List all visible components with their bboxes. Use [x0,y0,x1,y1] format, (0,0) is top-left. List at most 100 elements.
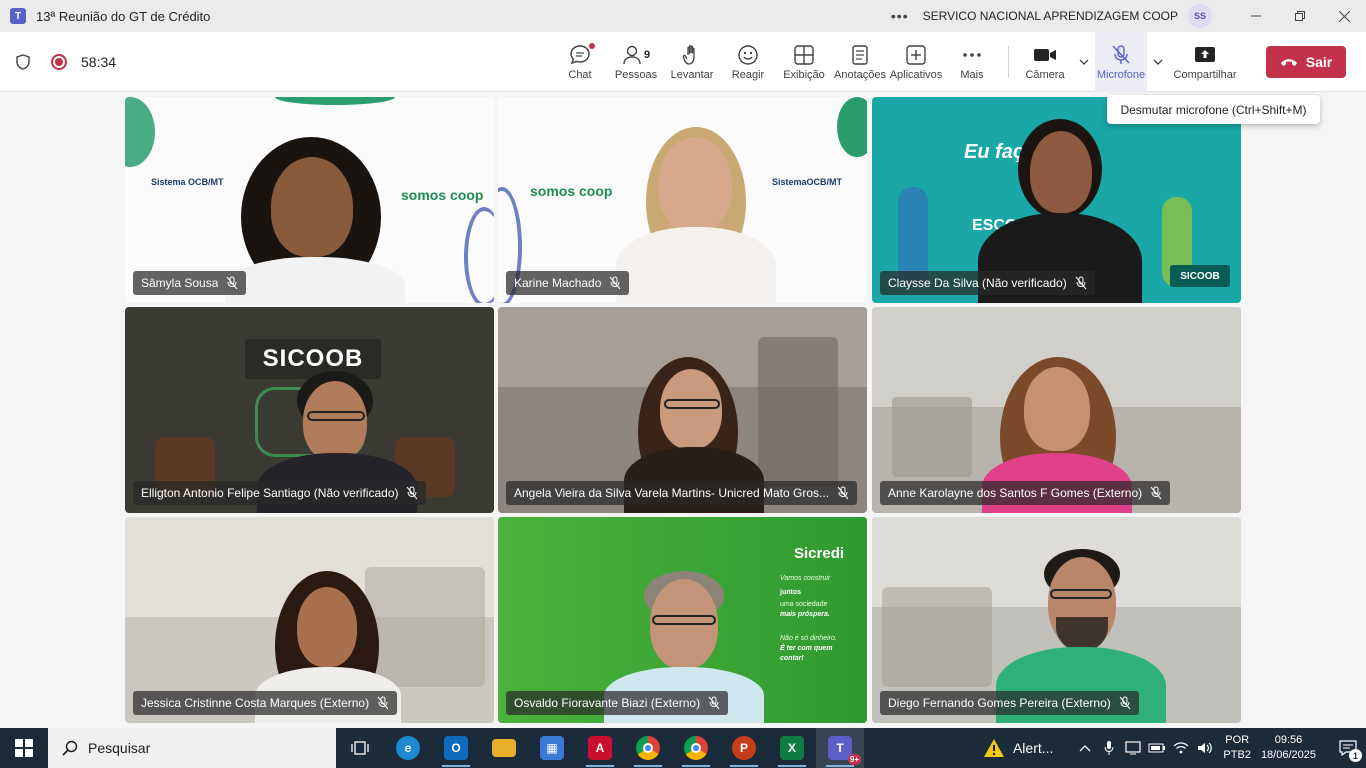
view-button[interactable]: Exibição [776,32,832,92]
store-app-button[interactable]: ▦ [528,728,576,768]
mic-off-icon [377,696,389,710]
participant-name: Angela Vieira da Silva Varela Martins- U… [514,486,830,500]
alert-notification[interactable]: Alert... [983,738,1053,758]
leave-button[interactable]: Sair [1266,46,1346,78]
meeting-timer: 58:34 [81,53,117,70]
excel-app-button[interactable]: X [768,728,816,768]
smile-icon [737,43,759,67]
excel-icon: X [780,736,804,760]
video-tile[interactable]: Sicredi Vamos construir juntos uma socie… [498,517,867,723]
acrobat-app-button[interactable]: A [576,728,624,768]
chrome-icon [636,736,660,760]
chrome-app-button[interactable] [624,728,672,768]
chat-icon [569,43,595,67]
video-tile[interactable]: somos coop SistemaOCB/MT Karine Machado [498,97,867,303]
more-options-icon[interactable]: ••• [891,8,909,24]
leave-label: Sair [1305,54,1333,70]
microphone-icon[interactable] [1097,728,1121,768]
notes-label: Anotações [834,69,886,81]
restore-button[interactable] [1278,0,1322,32]
camera-button[interactable]: Câmera [1017,32,1073,92]
video-tile[interactable]: Eu faço parte ESCOLA SICOOB Claysse Da S… [872,97,1241,303]
chrome-icon [684,736,708,760]
participant-name: Claysse Da Silva (Não verificado) [888,276,1067,290]
file-explorer-app-button[interactable] [480,728,528,768]
bg-copy-text: uma sociedade [780,601,828,608]
mic-off-icon [1119,696,1131,710]
language-indicator[interactable]: POR PTB2 [1223,733,1251,763]
warning-icon [983,739,1004,757]
react-button[interactable]: Reagir [720,32,776,92]
powerpoint-app-button[interactable]: P [720,728,768,768]
shield-icon[interactable] [15,53,31,71]
people-button[interactable]: 9 Pessoas [608,32,664,92]
raise-hand-icon [682,43,702,67]
window-title: 13ª Reunião do GT de Crédito [36,8,211,24]
bg-brand-text: somos coop [530,183,613,199]
participant-name: Karine Machado [514,276,602,290]
participant-name-tag: Sâmyla Sousa [133,271,247,295]
video-tile[interactable]: Anne Karolayne dos Santos F Gomes (Exter… [872,307,1241,513]
participant-name-tag: Claysse Da Silva (Não verificado) [880,271,1095,295]
apps-button[interactable]: Aplicativos [888,32,944,92]
participant-name: Diego Fernando Gomes Pereira (Externo) [888,696,1111,710]
outlook-app-button[interactable]: O [432,728,480,768]
video-tile[interactable]: Angela Vieira da Silva Varela Martins- U… [498,307,867,513]
participant-name: Osvaldo Fioravante Biazi (Externo) [514,696,701,710]
start-button[interactable] [0,728,48,768]
mic-off-icon [1111,43,1131,67]
wifi-icon[interactable] [1169,728,1193,768]
chat-label: Chat [568,69,592,81]
mic-off-icon [708,696,720,710]
people-label: Pessoas [614,69,658,81]
clock[interactable]: 09:56 18/06/2025 [1261,733,1316,763]
bg-copy-text: contar! [780,655,804,662]
speaker-icon[interactable] [1193,728,1217,768]
camera-options-chevron-down-icon[interactable] [1073,32,1095,92]
task-view-button[interactable] [336,728,384,768]
camera-label: Câmera [1025,69,1065,81]
video-tile[interactable]: SICOOB Elligton Antonio Felipe Santiago … [125,307,494,513]
title-bar: T 13ª Reunião do GT de Crédito ••• SERVI… [0,0,1366,32]
chevron-up-icon[interactable] [1073,728,1097,768]
taskbar-search[interactable]: Pesquisar [48,728,336,768]
windows-taskbar: Pesquisar e O ▦ A P X T 9+ Alert... POR … [0,728,1366,768]
video-tile[interactable]: Diego Fernando Gomes Pereira (Externo) [872,517,1241,723]
share-label: Compartilhar [1173,69,1237,81]
close-icon [1338,10,1350,22]
hang-up-icon [1280,59,1297,66]
raise-hand-button[interactable]: Levantar [664,32,720,92]
battery-icon[interactable] [1145,728,1169,768]
video-tile[interactable]: Sistema OCB/MT somos coop Sâmyla Sousa [125,97,494,303]
mic-off-icon [407,486,418,500]
avatar[interactable]: SS [1188,4,1212,28]
more-button[interactable]: Mais [944,32,1000,92]
acrobat-icon: A [588,736,612,760]
bg-brand-text: Sistema OCB/MT [151,177,224,187]
notification-center-button[interactable]: 1 [1330,728,1366,768]
close-button[interactable] [1322,0,1366,32]
minimize-button[interactable] [1234,0,1278,32]
more-label: Mais [960,69,984,81]
participant-name: Anne Karolayne dos Santos F Gomes (Exter… [888,486,1143,500]
edge-app-button[interactable]: e [384,728,432,768]
more-icon [962,43,982,67]
share-button[interactable]: Compartilhar [1169,32,1241,92]
search-placeholder: Pesquisar [88,740,151,756]
video-tile[interactable]: Jessica Cristinne Costa Marques (Externo… [125,517,494,723]
mic-tooltip: Desmutar microfone (Ctrl+Shift+M) [1107,95,1320,124]
react-label: Reagir [731,69,765,81]
org-name[interactable]: SERVICO NACIONAL APRENDIZAGEM COOP [923,9,1178,23]
apps-label: Aplicativos [889,69,943,81]
notes-icon [851,43,869,67]
microphone-button[interactable]: Microfone [1095,32,1147,92]
chat-button[interactable]: Chat [552,32,608,92]
language-code: POR [1225,734,1250,746]
notes-button[interactable]: Anotações [832,32,888,92]
edge-icon: e [396,736,420,760]
participant-name-tag: Anne Karolayne dos Santos F Gomes (Exter… [880,481,1171,505]
display-icon[interactable] [1121,728,1145,768]
mic-options-chevron-down-icon[interactable] [1147,32,1169,92]
chrome-profile-app-button[interactable] [672,728,720,768]
teams-app-button[interactable]: T 9+ [816,728,864,768]
